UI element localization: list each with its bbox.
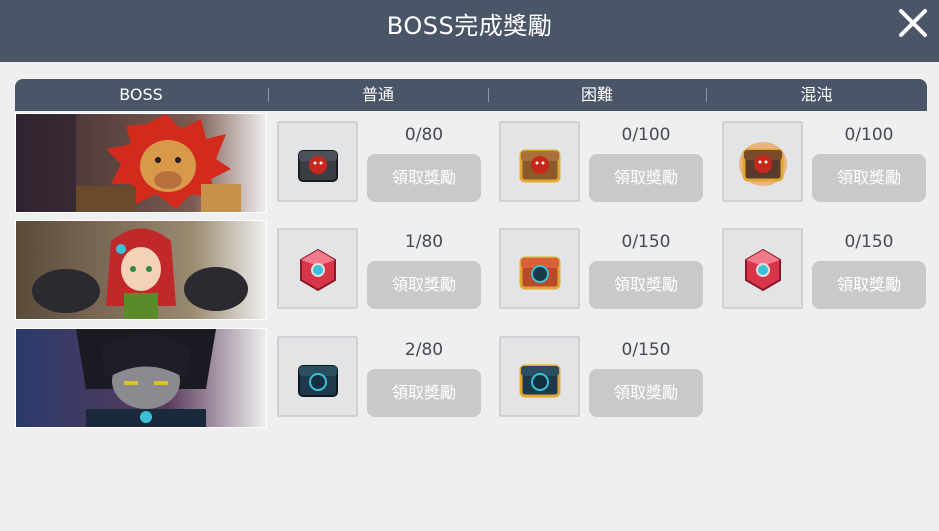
dark-chest-red-face-icon[interactable] [277,121,358,202]
boss-reward-table: BOSS 普通 困難 混沌 0/80 領取獎勵 0/100 領取獎勵 0/100… [15,79,927,428]
claim-reward-button[interactable]: 領取獎勵 [589,261,703,309]
red-haired-queen-portrait [15,220,267,320]
header-normal: 普通 [361,85,394,104]
red-gem-icon[interactable] [277,228,358,309]
table-header: BOSS 普通 困難 混沌 [15,79,927,111]
reward-slot-normal: 0/80 領取獎勵 [277,121,482,206]
reward-slot-hard: 0/150 領取獎勵 [499,228,704,313]
lion-king-portrait [15,113,267,213]
claim-reward-button[interactable]: 領取獎勵 [589,369,703,417]
gold-chest-red-face-icon[interactable] [499,121,580,202]
header-boss: BOSS [119,85,163,104]
reward-slot-chaos: 0/100 領取獎勵 [722,121,927,206]
dark-lord-portrait [15,328,267,428]
progress-count: 0/100 [844,125,894,145]
progress-count: 0/150 [844,232,894,252]
reward-slot-normal: 2/80 領取獎勵 [277,336,482,421]
claim-reward-button[interactable]: 領取獎勵 [367,261,481,309]
header-chaos: 混沌 [800,85,833,104]
claim-reward-button[interactable]: 領取獎勵 [367,154,481,202]
reward-slot-hard: 0/100 領取獎勵 [499,121,704,206]
title-bar: BOSS完成獎勵 [0,0,939,62]
reward-slot-chaos: 0/150 領取獎勵 [722,228,927,313]
claim-reward-button[interactable]: 領取獎勵 [812,154,926,202]
gold-teal-chest-icon[interactable] [499,336,580,417]
claim-reward-button[interactable]: 領取獎勵 [812,261,926,309]
red-gem-icon[interactable] [722,228,803,309]
progress-count: 0/100 [621,125,671,145]
progress-count: 1/80 [404,232,444,252]
reward-slot-normal: 1/80 領取獎勵 [277,228,482,313]
close-icon[interactable] [897,7,929,39]
header-hard: 困難 [580,85,613,104]
flaming-chest-red-face-icon[interactable] [722,121,803,202]
claim-reward-button[interactable]: 領取獎勵 [367,369,481,417]
dark-teal-chest-icon[interactable] [277,336,358,417]
progress-count: 0/80 [404,125,444,145]
table-row: 0/80 領取獎勵 0/100 領取獎勵 0/100 領取獎勵 [15,113,927,213]
teal-gold-chest-icon[interactable] [499,228,580,309]
table-row: 2/80 領取獎勵 0/150 領取獎勵 [15,328,927,428]
progress-count: 0/150 [621,340,671,360]
window-title: BOSS完成獎勵 [386,12,553,40]
progress-count: 0/150 [621,232,671,252]
table-row: 1/80 領取獎勵 0/150 領取獎勵 0/150 領取獎勵 [15,220,927,320]
reward-slot-hard: 0/150 領取獎勵 [499,336,704,421]
claim-reward-button[interactable]: 領取獎勵 [589,154,703,202]
progress-count: 2/80 [404,340,444,360]
